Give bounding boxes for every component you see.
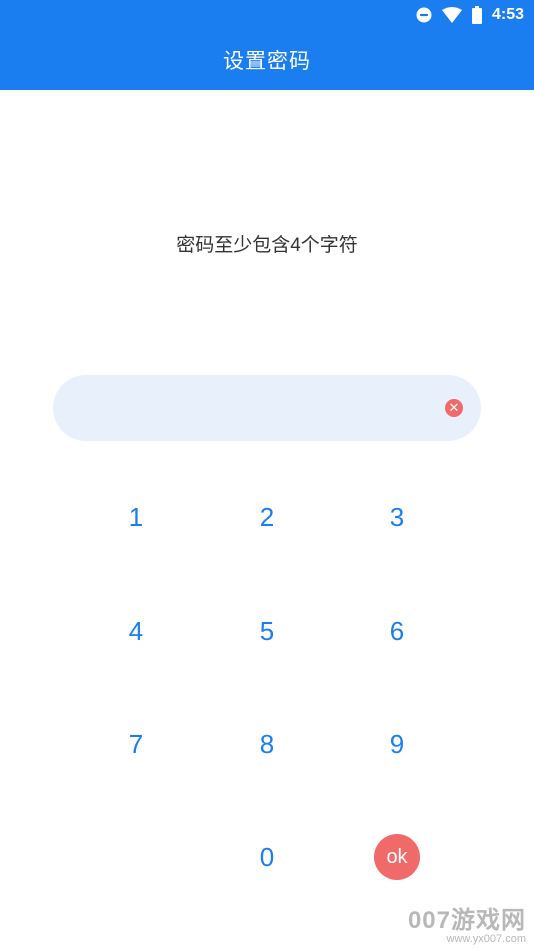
watermark: 007游戏网 www.yx007.com [408,900,526,945]
status-time: 4:53 [491,6,524,23]
key-2[interactable]: 2 [207,472,327,562]
key-5[interactable]: 5 [207,586,327,676]
password-hint: 密码至少包含4个字符 [176,235,358,256]
do-not-disturb-icon [416,7,432,23]
key-9[interactable]: 9 [337,699,457,789]
wifi-icon [441,7,462,23]
ok-button[interactable]: ok [374,834,420,880]
key-7[interactable]: 7 [76,699,196,789]
key-4[interactable]: 4 [76,586,196,676]
app-bar: 设置密码 [0,30,534,90]
key-3[interactable]: 3 [337,472,457,562]
key-8[interactable]: 8 [207,699,327,789]
status-icons: 4:53 [416,4,524,26]
key-6[interactable]: 6 [337,586,457,676]
close-icon: ✕ [448,400,460,415]
clear-button[interactable]: ✕ [445,399,463,417]
password-field[interactable]: ✕ [53,375,481,441]
watermark-brand: 007游戏网 [407,907,526,934]
page-title: 设置密码 [223,50,311,73]
battery-icon [471,6,482,24]
status-bar: 4:53 [0,0,534,30]
key-1[interactable]: 1 [76,472,196,562]
key-0[interactable]: 0 [207,812,327,902]
